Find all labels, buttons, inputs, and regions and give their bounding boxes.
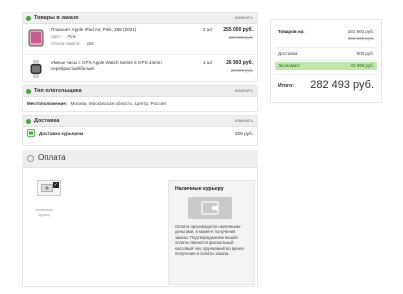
summary-economy-value: 33 998 руб. <box>350 63 374 68</box>
delivery-row: Доставка курьером 500 руб. <box>23 127 257 145</box>
green-dot-icon <box>26 15 31 21</box>
item-old-price: 29 999 руб. <box>231 68 253 73</box>
courier-icon <box>27 129 35 137</box>
divider <box>275 74 377 75</box>
order-main: Товары в заказе изменить Планшет Apple i… <box>22 12 258 287</box>
wallet-icon <box>188 197 232 219</box>
summary-economy-label: Экономия: <box>278 63 301 68</box>
location-label: Местоположение: <box>27 101 68 106</box>
payment-header: Оплата <box>22 150 258 168</box>
payment-title: Оплата <box>38 153 66 162</box>
payment-method-label: Наличные курьер <box>34 208 54 217</box>
goods-title: Товары в заказе <box>34 15 79 21</box>
payment-section: Оплата ✓ Наличные курьер Наличные курьер… <box>22 150 258 287</box>
goods-edit-link[interactable]: изменить <box>235 13 253 23</box>
item-memory: Объем памяти: 256 <box>51 41 94 46</box>
summary-total-label: Итого: <box>278 83 294 89</box>
payer-section: Тип плательщика изменить Местоположение:… <box>22 85 258 112</box>
divider <box>275 47 377 48</box>
payment-body: ✓ Наличные курьер Наличные курьеру Оплат… <box>22 168 258 287</box>
goods-header: Товары в заказе изменить <box>23 13 257 24</box>
green-dot-icon <box>26 118 31 124</box>
payment-info-card: Наличные курьеру Оплата производится нал… <box>168 180 255 285</box>
divider <box>275 60 377 61</box>
item-price: 26 993 руб. <box>226 60 253 66</box>
clock-icon <box>27 154 34 162</box>
check-icon: ✓ <box>53 182 59 188</box>
delivery-edit-link[interactable]: изменить <box>235 116 253 126</box>
summary-goods-label: Товаров на: <box>278 29 305 34</box>
delivery-title: Доставка <box>34 118 60 124</box>
delivery-method: Доставка курьером <box>39 131 84 136</box>
item-name[interactable]: Умные часы с GPS Apple Watch Series 6 GP… <box>51 60 191 72</box>
watch-icon <box>30 60 42 78</box>
payment-method-cash[interactable]: ✓ <box>37 180 61 204</box>
payer-edit-link[interactable]: изменить <box>235 86 253 96</box>
location-row: Местоположение: Москва, Московская облас… <box>23 97 257 111</box>
delivery-price: 500 руб. <box>235 131 253 136</box>
list-item: Планшет Apple iPad Air, Pink, 256 (2021)… <box>23 24 257 55</box>
summary-delivery-label: Доставка: <box>278 51 299 56</box>
tablet-icon <box>28 29 44 47</box>
summary-goods-value: 281 993 руб. <box>347 29 374 34</box>
goods-section: Товары в заказе изменить Планшет Apple i… <box>22 12 258 82</box>
summary-economy-row: Экономия: 33 998 руб. <box>275 62 377 70</box>
delivery-section: Доставка изменить Доставка курьером 500 … <box>22 115 258 146</box>
cash-icon: ✓ <box>37 180 61 196</box>
item-price: 255 000 руб. <box>223 27 253 33</box>
payer-header: Тип плательщика изменить <box>23 86 257 97</box>
list-item: Умные часы с GPS Apple Watch Series 6 GP… <box>23 55 257 81</box>
payment-info-text: Оплата производится наличными деньгами, … <box>175 224 244 257</box>
item-qty: 2 шт <box>203 27 213 32</box>
item-old-price: 280 000 руб. <box>228 35 253 40</box>
summary-goods-old: 309 999 руб. <box>347 36 374 41</box>
item-color: Цвет: Pink <box>51 34 76 39</box>
green-dot-icon <box>26 88 31 94</box>
delivery-header: Доставка изменить <box>23 116 257 127</box>
location-value: Москва, Московская область, Центр, Росси… <box>70 101 166 106</box>
item-name[interactable]: Планшет Apple iPad Air, Pink, 256 (2021) <box>51 27 191 33</box>
summary-delivery-value: 500 руб. <box>356 51 374 56</box>
payment-info-title: Наличные курьеру <box>175 186 224 192</box>
summary-total-value: 282 493 руб. <box>310 79 374 91</box>
order-summary: Товаров на: 281 993 руб. 309 999 руб. До… <box>270 19 382 103</box>
payer-title: Тип плательщика <box>34 88 82 94</box>
item-qty: 1 шт <box>203 60 213 65</box>
